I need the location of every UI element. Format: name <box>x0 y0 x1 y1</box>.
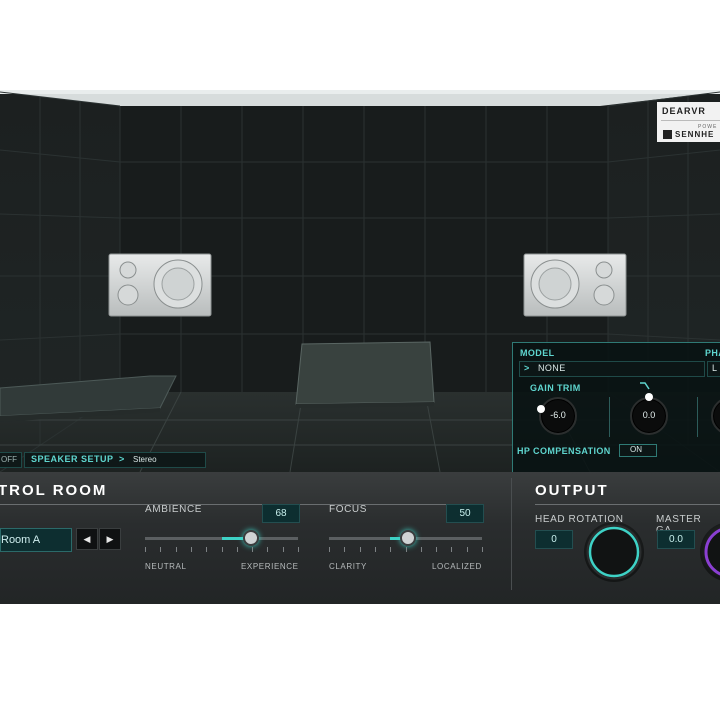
speaker-setup-label: SPEAKER SETUP <box>31 454 114 464</box>
focus-slider-thumb[interactable] <box>399 530 416 546</box>
speaker-off-toggle[interactable]: OFF <box>0 452 22 468</box>
ambience-value-field[interactable]: 68 <box>262 504 300 523</box>
slider-tick <box>236 547 238 552</box>
third-knob[interactable] <box>711 397 720 435</box>
master-gain-knob[interactable] <box>700 522 720 582</box>
filter-knob[interactable]: 0.0 <box>630 397 668 435</box>
bottom-control-panel: TROL ROOM Room A ◀ ▶ AMBIENCE 68 NEUTRAL… <box>0 472 720 604</box>
room-next-button[interactable]: ▶ <box>99 528 121 550</box>
focus-label: FOCUS <box>329 504 367 515</box>
chevron-right-icon: > <box>119 454 125 464</box>
head-rotation-knob[interactable] <box>584 522 644 582</box>
sennheiser-mark-icon <box>663 130 672 139</box>
headphone-model-panel: MODEL PHA > NONE L GAIN TRIM -6.0 0.0 HP… <box>512 342 720 474</box>
focus-ticks <box>329 547 483 552</box>
ambience-slider-thumb[interactable] <box>243 530 260 546</box>
slider-tick <box>190 547 192 552</box>
slider-tick <box>436 547 438 552</box>
phase-select[interactable]: L <box>707 361 720 377</box>
chevron-right-icon: > <box>524 363 530 373</box>
focus-value-field[interactable]: 50 <box>446 504 484 523</box>
speaker-setup-bar[interactable]: SPEAKER SETUP > Stereo <box>24 452 206 468</box>
slider-tick <box>420 547 422 552</box>
dearvr-plugin-window: DEARVR POWE SENNHE OFF SPEAKER SETUP > S… <box>0 90 720 604</box>
ambience-ticks <box>145 547 299 552</box>
output-title: OUTPUT <box>535 482 609 499</box>
right-speaker[interactable] <box>523 253 627 317</box>
slider-tick <box>145 547 146 552</box>
room-value: Room A <box>1 534 41 546</box>
phase-label: PHA <box>705 348 720 358</box>
model-select[interactable]: > NONE <box>519 361 705 377</box>
master-gain-value-field[interactable]: 0.0 <box>657 530 695 549</box>
slider-tick <box>267 547 269 552</box>
model-value: NONE <box>538 363 566 373</box>
gain-trim-value: -6.0 <box>550 410 566 420</box>
slider-tick <box>374 547 376 552</box>
ambience-min-label: NEUTRAL <box>145 562 187 571</box>
listener-screen <box>295 341 435 405</box>
slider-tick <box>405 547 407 552</box>
dearvr-sennheiser-logo: DEARVR POWE SENNHE <box>657 102 720 142</box>
slider-tick <box>252 547 254 552</box>
gain-trim-label: GAIN TRIM <box>530 383 581 393</box>
head-rotation-value-field[interactable]: 0 <box>535 530 573 549</box>
slider-tick <box>175 547 177 552</box>
sennheiser-logo-text: SENNHE <box>675 130 715 139</box>
hp-compensation-label: HP COMPENSATION <box>517 446 611 456</box>
hp-compensation-toggle[interactable]: ON <box>619 444 657 457</box>
focus-min-label: CLARITY <box>329 562 367 571</box>
room-prev-button[interactable]: ◀ <box>76 528 98 550</box>
slider-tick <box>390 547 392 552</box>
slider-tick <box>359 547 361 552</box>
slider-tick <box>206 547 208 552</box>
phase-value: L <box>712 363 718 373</box>
slider-tick <box>344 547 346 552</box>
slider-tick <box>282 547 284 552</box>
room-select[interactable]: Room A <box>0 528 72 552</box>
low-cut-filter-icon <box>640 382 650 390</box>
control-room-title: TROL ROOM <box>0 482 108 499</box>
gain-trim-knob[interactable]: -6.0 <box>539 397 577 435</box>
slider-tick <box>482 547 483 552</box>
slider-tick <box>451 547 453 552</box>
filter-indicator <box>645 393 653 401</box>
left-speaker[interactable] <box>108 253 212 317</box>
slider-tick <box>298 547 299 552</box>
gain-trim-indicator <box>537 405 545 413</box>
slider-tick <box>329 547 330 552</box>
slider-tick <box>466 547 468 552</box>
dearvr-logo-text: DEARVR <box>662 106 706 116</box>
ambience-max-label: EXPERIENCE <box>241 562 299 571</box>
filter-value: 0.0 <box>642 410 656 420</box>
ambience-label: AMBIENCE <box>145 504 203 515</box>
slider-tick <box>221 547 223 552</box>
model-label: MODEL <box>520 348 555 358</box>
focus-max-label: LOCALIZED <box>432 562 482 571</box>
speaker-setup-value: Stereo <box>133 455 157 464</box>
slider-tick <box>160 547 162 552</box>
